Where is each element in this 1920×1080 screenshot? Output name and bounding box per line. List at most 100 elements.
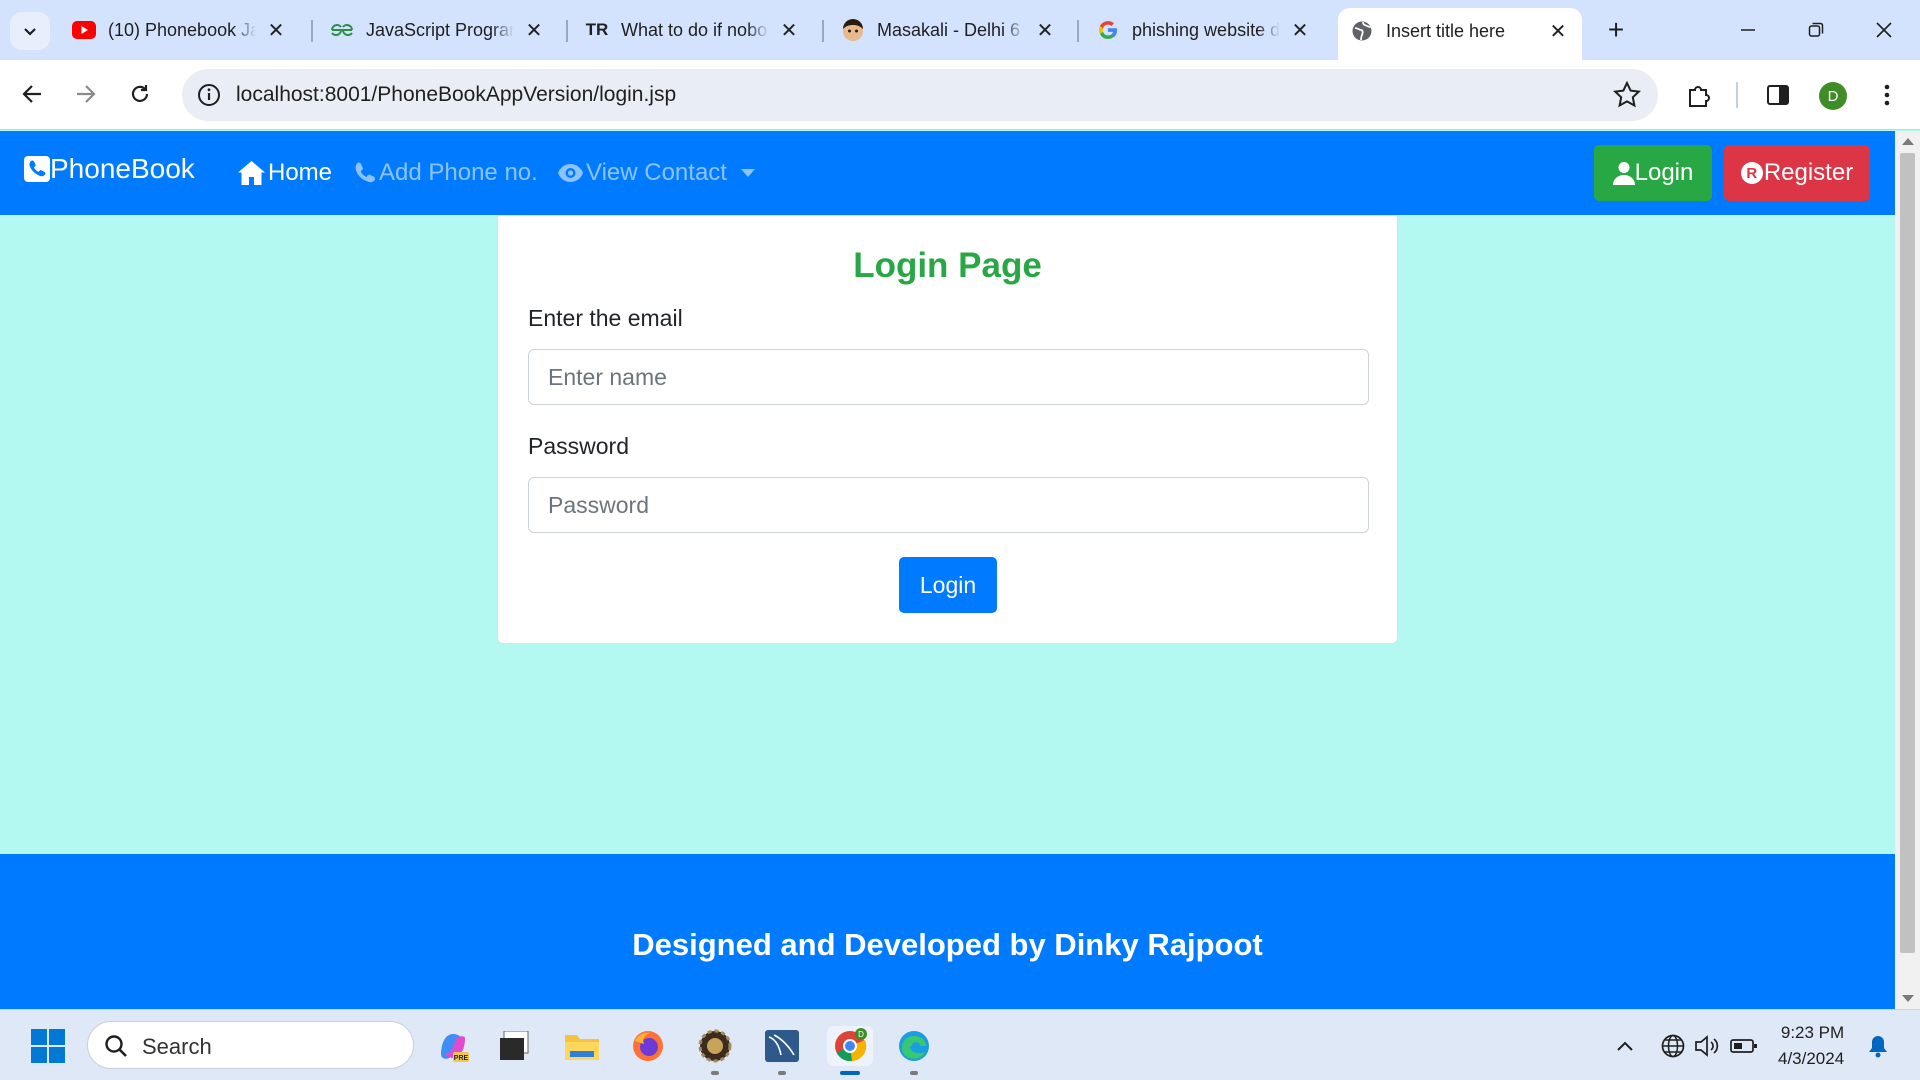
geeksforgeeks-icon bbox=[330, 18, 354, 42]
search-icon bbox=[105, 1035, 127, 1057]
browser-menu-button[interactable] bbox=[1872, 80, 1902, 110]
extensions-button[interactable] bbox=[1684, 80, 1714, 110]
running-indicator bbox=[711, 1071, 719, 1075]
youtube-icon bbox=[72, 18, 96, 42]
brand-text: PhoneBook bbox=[50, 153, 195, 184]
minimize-button[interactable] bbox=[1718, 8, 1778, 52]
chevron-down-icon bbox=[24, 28, 36, 36]
browser-tab[interactable]: JavaScript Progran ✕ bbox=[318, 10, 558, 50]
close-icon bbox=[1876, 22, 1892, 38]
nav-home-link[interactable]: Home bbox=[237, 159, 332, 187]
user-icon bbox=[1612, 162, 1635, 185]
close-icon[interactable]: ✕ bbox=[1288, 18, 1312, 42]
profile-avatar[interactable]: D bbox=[1819, 82, 1847, 110]
scrollbar-thumb[interactable] bbox=[1900, 153, 1915, 953]
password-label: Password bbox=[528, 433, 629, 459]
edge-icon bbox=[899, 1031, 929, 1061]
tray-network[interactable] bbox=[1653, 1026, 1693, 1066]
show-hidden-icons-button[interactable] bbox=[1605, 1026, 1645, 1066]
scroll-up-arrow-icon[interactable] bbox=[1902, 138, 1914, 145]
caret-down-icon bbox=[740, 169, 755, 177]
login-submit-button[interactable]: Login bbox=[899, 557, 997, 613]
tab-search-button[interactable] bbox=[10, 12, 50, 50]
new-tab-button[interactable]: + bbox=[1598, 12, 1634, 48]
tab-title: (10) Phonebook Ja bbox=[108, 19, 256, 40]
navbar-login-button[interactable]: Login bbox=[1594, 145, 1712, 201]
info-icon[interactable] bbox=[196, 82, 222, 108]
notifications-button[interactable] bbox=[1858, 1026, 1898, 1066]
taskbar-window-app[interactable] bbox=[494, 1026, 534, 1066]
brand-link[interactable]: PhoneBook bbox=[24, 153, 195, 185]
close-icon[interactable]: ✕ bbox=[1546, 19, 1570, 43]
phone-square-icon bbox=[24, 156, 50, 182]
forward-button[interactable] bbox=[66, 74, 106, 114]
database-app-icon bbox=[765, 1030, 799, 1062]
browser-tab[interactable]: (10) Phonebook Ja ✕ bbox=[60, 10, 300, 50]
nav-add-phone-link[interactable]: Add Phone no. bbox=[352, 159, 538, 187]
copilot-icon: PRE bbox=[441, 1034, 469, 1062]
clock-date: 4/3/2024 bbox=[1778, 1049, 1845, 1068]
bell-icon bbox=[1869, 1036, 1887, 1058]
globe-icon bbox=[1350, 19, 1374, 43]
start-button[interactable] bbox=[28, 1026, 68, 1066]
browser-tab[interactable]: TR What to do if nobo ✕ bbox=[573, 10, 813, 50]
puzzle-icon bbox=[1689, 86, 1710, 107]
running-indicator bbox=[778, 1071, 786, 1075]
side-panel-button[interactable] bbox=[1763, 80, 1793, 110]
reload-icon bbox=[131, 85, 149, 102]
browser-tab-strip: (10) Phonebook Ja ✕ JavaScript Progran ✕… bbox=[0, 0, 1920, 60]
close-icon[interactable]: ✕ bbox=[264, 18, 288, 42]
battery-icon bbox=[1730, 1039, 1757, 1053]
window-app-icon bbox=[500, 1031, 529, 1060]
bookmark-star-icon[interactable] bbox=[1612, 80, 1642, 110]
url-text[interactable]: localhost:8001/PhoneBookAppVersion/login… bbox=[236, 83, 676, 107]
taskbar-mysql-workbench[interactable] bbox=[762, 1026, 802, 1075]
taskbar-java-app[interactable] bbox=[695, 1026, 735, 1075]
taskbar-firefox[interactable] bbox=[628, 1026, 668, 1066]
restore-icon bbox=[1808, 22, 1824, 37]
navbar-register-label: Register bbox=[1763, 159, 1854, 186]
close-icon[interactable]: ✕ bbox=[522, 18, 546, 42]
address-bar[interactable]: localhost:8001/PhoneBookAppVersion/login… bbox=[182, 69, 1658, 121]
windows-logo-icon bbox=[31, 1029, 65, 1063]
tab-title: What to do if nobo bbox=[621, 19, 768, 40]
tray-volume[interactable] bbox=[1688, 1026, 1728, 1066]
browser-toolbar: localhost:8001/PhoneBookAppVersion/login… bbox=[0, 60, 1920, 130]
firefox-icon bbox=[633, 1031, 663, 1061]
browser-tab[interactable]: phishing website d ✕ bbox=[1084, 10, 1324, 50]
web-page: PhoneBook Home Add Phone no. View Contac… bbox=[0, 131, 1895, 1009]
close-icon[interactable]: ✕ bbox=[777, 18, 801, 42]
browser-tab[interactable]: Masakali - Delhi 6 ✕ bbox=[829, 10, 1069, 50]
scroll-down-arrow-icon[interactable] bbox=[1902, 995, 1914, 1002]
registered-icon: R bbox=[1740, 162, 1763, 184]
navbar-register-button[interactable]: R Register bbox=[1724, 145, 1870, 201]
tab-separator bbox=[1077, 20, 1079, 42]
side-panel-icon bbox=[1767, 85, 1789, 105]
tray-battery[interactable] bbox=[1724, 1026, 1764, 1066]
tab-title: JavaScript Progran bbox=[366, 19, 514, 40]
windows-taskbar: Search PRE D 9:23 PM 4/3/2024 bbox=[0, 1009, 1920, 1080]
taskbar-search[interactable]: Search bbox=[87, 1021, 414, 1069]
tab-title: phishing website d bbox=[1132, 19, 1280, 40]
restore-button[interactable] bbox=[1786, 8, 1846, 52]
google-icon bbox=[1096, 18, 1120, 42]
reload-button[interactable] bbox=[120, 74, 160, 114]
nav-view-contact-dropdown[interactable]: View Contact bbox=[557, 159, 755, 187]
close-window-button[interactable] bbox=[1854, 8, 1914, 52]
taskbar-file-explorer[interactable] bbox=[562, 1026, 602, 1066]
tab-title: Insert title here bbox=[1386, 20, 1506, 41]
navbar-login-label: Login bbox=[1634, 159, 1694, 186]
taskbar-chrome[interactable]: D bbox=[827, 1026, 873, 1075]
taskbar-edge[interactable] bbox=[894, 1026, 934, 1075]
taskbar-copilot[interactable]: PRE bbox=[433, 1026, 473, 1066]
email-input[interactable] bbox=[528, 349, 1369, 405]
taskbar-clock[interactable]: 9:23 PM 4/3/2024 bbox=[1778, 1020, 1844, 1072]
site-footer: Designed and Developed by Dinky Rajpoot bbox=[0, 854, 1895, 1009]
page-scrollbar[interactable] bbox=[1895, 131, 1920, 1009]
back-button[interactable] bbox=[12, 74, 52, 114]
password-input[interactable] bbox=[528, 477, 1369, 533]
close-icon[interactable]: ✕ bbox=[1033, 18, 1057, 42]
browser-tab-active[interactable]: Insert title here ✕ bbox=[1338, 8, 1582, 60]
back-arrow-icon bbox=[22, 85, 41, 103]
search-placeholder: Search bbox=[142, 1034, 212, 1059]
